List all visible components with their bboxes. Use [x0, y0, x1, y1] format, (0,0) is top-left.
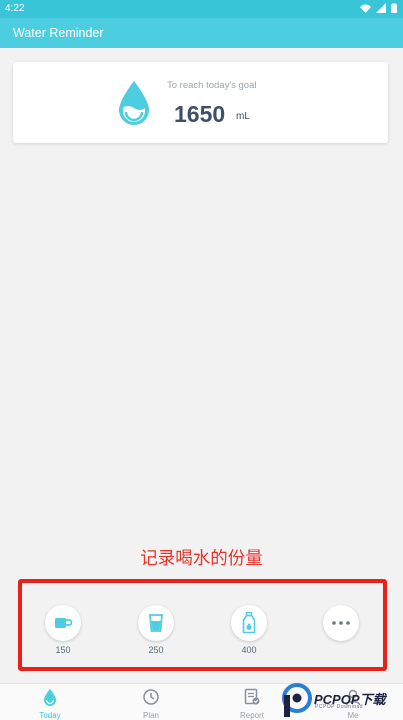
status-time: 4:22 [5, 3, 25, 14]
battery-icon [391, 3, 397, 13]
wifi-icon [360, 4, 371, 13]
app-title: Water Reminder [13, 26, 104, 40]
clock-icon [143, 689, 159, 705]
report-icon [244, 688, 260, 705]
app-bar: Water Reminder [0, 18, 403, 48]
status-bar: 4:22 [0, 0, 403, 18]
more-icon [332, 621, 350, 625]
watermark-sub: PCPOP Download [315, 704, 364, 710]
tab-report[interactable]: Report [222, 684, 282, 720]
more-cups-button[interactable] [323, 605, 359, 641]
tab-today-label: Today [39, 711, 61, 720]
cellular-icon [376, 3, 386, 13]
glass-icon [149, 614, 163, 632]
tab-report-label: Report [239, 711, 264, 720]
cup-150-label: 150 [55, 645, 71, 655]
tab-plan[interactable]: Plan [121, 684, 181, 720]
status-icons [360, 3, 397, 13]
bottle-icon [242, 612, 256, 634]
cup-150-button[interactable] [45, 605, 81, 641]
cup-250-button[interactable] [138, 605, 174, 641]
pcpop-logo-icon [282, 683, 312, 717]
mug-icon [55, 618, 72, 628]
annotation-text: 记录喝水的份量 [140, 549, 263, 569]
goal-unit: mL [236, 111, 250, 122]
cup-400-button[interactable] [231, 605, 267, 641]
water-drop-icon [44, 689, 56, 706]
cup-250-label: 250 [148, 645, 164, 655]
tab-plan-label: Plan [142, 711, 159, 720]
tab-today[interactable]: Today [20, 684, 80, 720]
goal-value: 1650 [174, 101, 226, 127]
goal-card: To reach today's goal 1650 mL [13, 62, 388, 143]
goal-caption: To reach today's goal [167, 80, 257, 91]
pcpop-watermark: PCPOP下载 PCPOP Download [277, 680, 403, 720]
water-drop-icon [119, 81, 149, 125]
cup-400-label: 400 [241, 645, 257, 655]
